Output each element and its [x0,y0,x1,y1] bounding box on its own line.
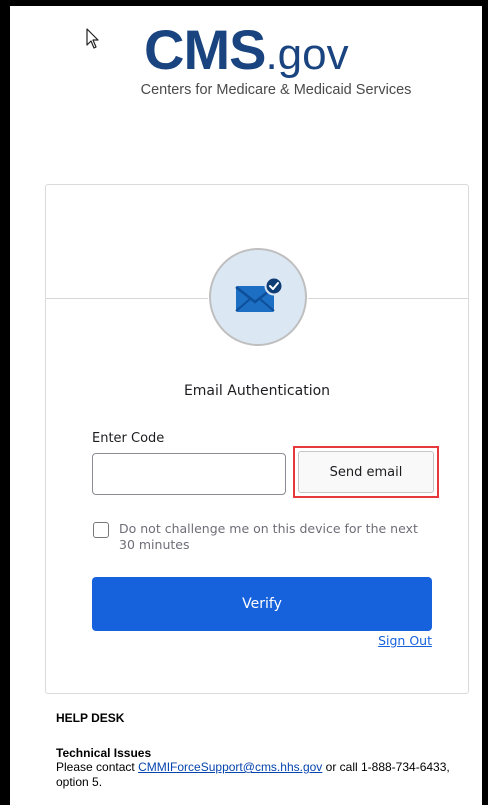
technical-issues-text: Please contact CMMIForceSupport@cms.hhs.… [56,760,456,790]
mouse-cursor-icon [86,28,99,49]
email-icon [209,248,307,346]
support-email-link[interactable]: CMMIForceSupport@cms.hhs.gov [138,760,322,774]
help-desk-title: HELP DESK [56,711,125,725]
verify-button[interactable]: Verify [92,577,432,631]
remember-device-label: Do not challenge me on this device for t… [119,521,418,552]
auth-card: Email Authentication Enter Code Send ema… [45,184,469,694]
logo-gov-text: .gov [265,30,349,79]
technical-issues-title: Technical Issues [56,746,152,760]
logo-cms-text: CMS [144,18,266,81]
tech-prefix: Please contact [56,760,139,774]
logo-tagline: Centers for Medicare & Medicaid Services [140,82,412,98]
divider [308,298,468,299]
auth-title: Email Authentication [183,383,331,399]
login-page: CMS.gov Centers for Medicare & Medicaid … [10,6,482,805]
enter-code-label: Enter Code [92,431,165,446]
code-input[interactable] [92,453,286,495]
divider [46,298,208,299]
sign-out-link[interactable]: Sign Out [378,633,432,648]
remember-device-checkbox[interactable] [93,522,109,538]
send-email-button[interactable]: Send email [298,451,434,493]
send-email-highlight: Send email [293,446,439,498]
